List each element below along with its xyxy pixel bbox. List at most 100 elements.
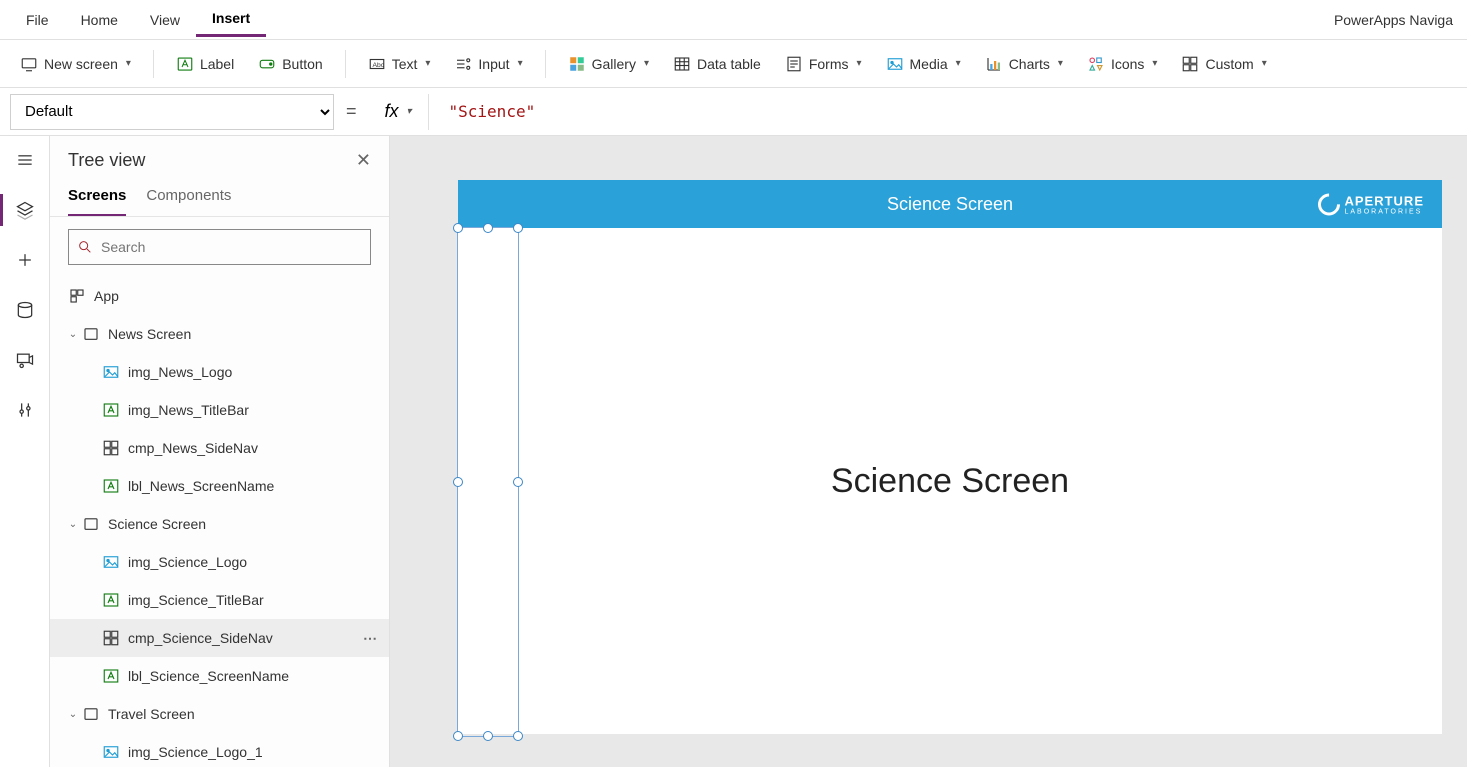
label-icon bbox=[102, 591, 120, 609]
rail-media[interactable] bbox=[13, 348, 37, 372]
titlebar-logo: APERTURE LABORATORIES bbox=[1318, 193, 1424, 216]
tree-node-label: img_News_TitleBar bbox=[128, 402, 249, 418]
screen-icon bbox=[82, 325, 100, 343]
titlebar-text: Science Screen bbox=[887, 194, 1013, 215]
tree-node-cmp-news-sidenav[interactable]: cmp_News_SideNav bbox=[50, 429, 389, 467]
rail-data[interactable] bbox=[13, 298, 37, 322]
label-icon bbox=[102, 477, 120, 495]
chevron-down-icon: ▾ bbox=[126, 58, 131, 69]
tree-node-label: img_Science_Logo_1 bbox=[128, 744, 263, 760]
custom-label: Custom bbox=[1205, 56, 1253, 72]
label-button[interactable]: Label bbox=[166, 49, 244, 79]
label-icon bbox=[102, 401, 120, 419]
tree-node-img-news-logo[interactable]: img_News_Logo bbox=[50, 353, 389, 391]
workspace: Tree view ✕ Screens Components App ⌄ News … bbox=[0, 136, 1467, 767]
rail-advanced[interactable] bbox=[13, 398, 37, 422]
image-icon bbox=[102, 553, 120, 571]
data-table-button[interactable]: Data table bbox=[663, 49, 771, 79]
charts-button[interactable]: Charts▾ bbox=[975, 49, 1073, 79]
formula-input[interactable]: "Science" bbox=[441, 94, 1457, 130]
tree-node-science-screen[interactable]: ⌄Science Screen bbox=[50, 505, 389, 543]
rail-hamburger[interactable] bbox=[13, 148, 37, 172]
input-label: Input bbox=[478, 56, 509, 72]
layers-icon bbox=[15, 200, 35, 220]
tree-node-travel-screen[interactable]: ⌄ Travel Screen bbox=[50, 695, 389, 733]
fx-button[interactable]: fx▾ bbox=[369, 94, 429, 130]
menu-bar: File Home View Insert PowerApps Naviga bbox=[0, 0, 1467, 40]
chevron-down-icon: ▾ bbox=[425, 58, 430, 69]
label-text: Label bbox=[200, 56, 234, 72]
tree-view-title: Tree view bbox=[68, 150, 145, 171]
tree-node-news-screen[interactable]: ⌄ News Screen bbox=[50, 315, 389, 353]
tree-node-label: Travel Screen bbox=[108, 706, 195, 722]
left-rail bbox=[0, 136, 50, 767]
close-panel-button[interactable]: ✕ bbox=[356, 150, 371, 171]
tab-components[interactable]: Components bbox=[146, 187, 231, 216]
chevron-down-icon: ▾ bbox=[1058, 58, 1063, 69]
formula-bar: Default = fx▾ "Science" bbox=[0, 88, 1467, 136]
image-icon bbox=[102, 743, 120, 761]
tree-node-app[interactable]: App bbox=[50, 277, 389, 315]
menu-insert[interactable]: Insert bbox=[196, 2, 266, 37]
search-input[interactable] bbox=[101, 239, 362, 255]
tree-node-label: News Screen bbox=[108, 326, 191, 342]
icons-icon bbox=[1087, 55, 1105, 73]
input-icon bbox=[454, 55, 472, 73]
search-box[interactable] bbox=[68, 229, 371, 265]
logo-subtext: LABORATORIES bbox=[1344, 209, 1424, 216]
tree-node-img-science-logo-1[interactable]: img_Science_Logo_1 bbox=[50, 733, 389, 767]
button-button[interactable]: Button bbox=[248, 49, 332, 79]
data-table-icon bbox=[673, 55, 691, 73]
search-icon bbox=[77, 239, 93, 255]
tree-node-img-science-titlebar[interactable]: img_Science_TitleBar bbox=[50, 581, 389, 619]
text-icon: Abc bbox=[368, 55, 386, 73]
tree-node-img-news-titlebar[interactable]: img_News_TitleBar bbox=[50, 391, 389, 429]
expand-icon[interactable]: ⌄ bbox=[64, 709, 82, 720]
gallery-button[interactable]: Gallery▾ bbox=[558, 49, 659, 79]
menu-file[interactable]: File bbox=[10, 4, 65, 36]
label-icon bbox=[176, 55, 194, 73]
chevron-down-icon: ▾ bbox=[856, 58, 861, 69]
custom-button[interactable]: Custom▾ bbox=[1171, 49, 1276, 79]
gallery-icon bbox=[568, 55, 586, 73]
tree-node-lbl-news-screenname[interactable]: lbl_News_ScreenName bbox=[50, 467, 389, 505]
rail-tree-view[interactable] bbox=[13, 198, 37, 222]
property-dropdown[interactable]: Default bbox=[10, 94, 334, 130]
tree-node-img-science-logo[interactable]: img_Science_Logo bbox=[50, 543, 389, 581]
menu-home[interactable]: Home bbox=[65, 4, 134, 36]
chevron-down-icon: ▾ bbox=[407, 106, 412, 117]
separator bbox=[153, 50, 154, 78]
tree-node-label: cmp_Science_SideNav bbox=[128, 630, 273, 646]
text-button[interactable]: Abc Text▾ bbox=[358, 49, 441, 79]
tree-node-cmp-science-sidenav[interactable]: cmp_Science_SideNav ⋯ bbox=[50, 619, 389, 657]
tree-node-lbl-science-screenname[interactable]: lbl_Science_ScreenName bbox=[50, 657, 389, 695]
icons-button[interactable]: Icons▾ bbox=[1077, 49, 1168, 79]
rail-insert[interactable] bbox=[13, 248, 37, 272]
menu-view[interactable]: View bbox=[134, 4, 196, 36]
tree-node-label: img_Science_TitleBar bbox=[128, 592, 264, 608]
expand-icon[interactable]: ⌄ bbox=[64, 519, 82, 530]
new-screen-button[interactable]: New screen▾ bbox=[10, 49, 141, 79]
tools-icon bbox=[15, 400, 35, 420]
media-button[interactable]: Media▾ bbox=[876, 49, 971, 79]
data-table-label: Data table bbox=[697, 56, 761, 72]
expand-icon[interactable]: ⌄ bbox=[64, 329, 82, 340]
tree-body[interactable]: App ⌄ News Screen img_News_Logo img_News_Tit… bbox=[50, 277, 389, 767]
media-icon bbox=[886, 55, 904, 73]
more-options-button[interactable]: ⋯ bbox=[363, 630, 379, 647]
tree-node-label: cmp_News_SideNav bbox=[128, 440, 258, 456]
chevron-down-icon: ▾ bbox=[956, 58, 961, 69]
logo-text: APERTURE bbox=[1344, 194, 1424, 209]
app-icon bbox=[68, 287, 86, 305]
button-icon bbox=[258, 55, 276, 73]
tab-screens[interactable]: Screens bbox=[68, 187, 126, 216]
separator bbox=[345, 50, 346, 78]
forms-button[interactable]: Forms▾ bbox=[775, 49, 872, 79]
input-button[interactable]: Input▾ bbox=[444, 49, 532, 79]
svg-text:Abc: Abc bbox=[372, 62, 384, 69]
app-titlebar: Science Screen APERTURE LABORATORIES bbox=[458, 180, 1442, 228]
charts-icon bbox=[985, 55, 1003, 73]
tree-node-label: App bbox=[94, 288, 119, 304]
tree-node-label: img_News_Logo bbox=[128, 364, 232, 380]
canvas-area[interactable]: Science Screen APERTURE LABORATORIES New… bbox=[390, 136, 1467, 767]
